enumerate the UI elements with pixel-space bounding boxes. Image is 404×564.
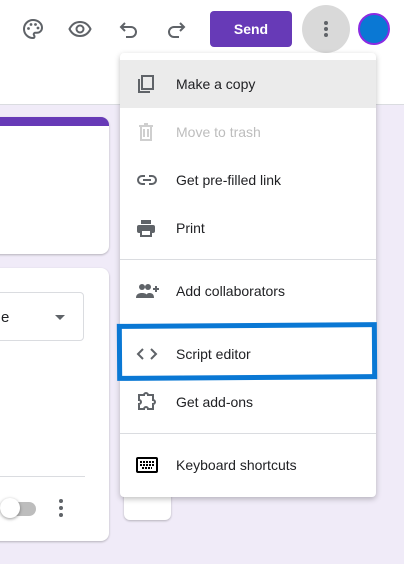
menu-item-make-copy[interactable]: Make a copy	[120, 60, 376, 108]
copy-icon	[120, 74, 176, 94]
menu-item-prefilled-link[interactable]: Get pre-filled link	[120, 156, 376, 204]
add-people-icon	[120, 283, 176, 299]
menu-divider	[120, 433, 376, 434]
redo-icon[interactable]	[164, 17, 188, 41]
keyboard-icon	[120, 457, 176, 473]
form-title-card	[0, 117, 109, 254]
more-vert-icon	[324, 21, 328, 37]
dropdown-value: e	[1, 309, 10, 326]
toggle-knob	[0, 498, 20, 518]
script-editor-highlight-box	[116, 322, 378, 381]
link-icon	[120, 174, 176, 186]
menu-item-get-addons[interactable]: Get add-ons	[120, 378, 376, 426]
menu-item-label: Make a copy	[176, 76, 256, 92]
question-more-icon[interactable]	[58, 498, 64, 518]
menu-item-label: Keyboard shortcuts	[176, 457, 297, 473]
puzzle-icon	[120, 392, 176, 412]
divider	[0, 476, 85, 477]
eye-icon[interactable]	[68, 17, 92, 41]
menu-item-label: Get pre-filled link	[176, 172, 282, 188]
menu-item-label: Print	[176, 220, 205, 236]
menu-item-label: Add collaborators	[176, 283, 285, 299]
menu-item-move-to-trash[interactable]: Move to trash	[120, 108, 376, 156]
chevron-down-icon	[55, 315, 65, 320]
palette-icon[interactable]	[21, 17, 45, 41]
question-type-dropdown[interactable]: e	[0, 292, 84, 341]
menu-item-label: Move to trash	[176, 124, 261, 140]
trash-icon	[120, 122, 176, 142]
more-options-button[interactable]	[302, 5, 350, 53]
menu-divider	[120, 259, 376, 260]
menu-item-add-collaborators[interactable]: Add collaborators	[120, 267, 376, 315]
undo-icon[interactable]	[117, 17, 141, 41]
avatar[interactable]	[358, 13, 390, 45]
print-icon	[120, 218, 176, 238]
menu-item-keyboard-shortcuts[interactable]: Keyboard shortcuts	[120, 441, 376, 489]
send-button[interactable]: Send	[210, 11, 292, 47]
menu-item-label: Get add-ons	[176, 394, 254, 410]
menu-item-print[interactable]: Print	[120, 204, 376, 252]
more-options-menu: Make a copy Move to trash Get pre-filled…	[120, 53, 376, 497]
